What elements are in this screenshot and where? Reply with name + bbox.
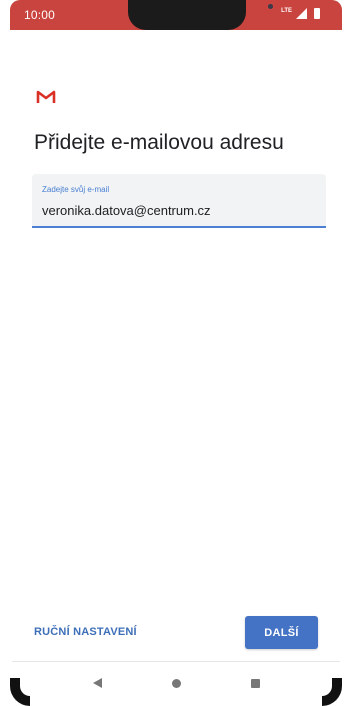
email-field-value[interactable]: veronika.datova@centrum.cz	[42, 203, 211, 218]
battery-icon	[314, 8, 320, 19]
status-time: 10:00	[24, 8, 56, 22]
page-title: Přidejte e-mailovou adresu	[34, 131, 284, 154]
gmail-m-icon	[36, 90, 56, 109]
manual-setup-button[interactable]: RUČNÍ NASTAVENÍ	[34, 626, 137, 638]
email-field-label: Zadejte svůj e-mail	[42, 185, 110, 194]
network-type-label: LTE	[281, 7, 292, 14]
next-button[interactable]: DALŠÍ	[245, 616, 318, 649]
status-bar: 10:00 LTE	[10, 0, 342, 30]
phone-screen: 10:00 LTE Přidejte e-mailovou adresu Zad…	[0, 0, 352, 706]
signal-icon	[296, 8, 307, 19]
back-icon[interactable]	[93, 678, 102, 688]
status-icons: LTE	[281, 8, 320, 19]
email-field[interactable]: Zadejte svůj e-mail veronika.datova@cent…	[32, 174, 326, 228]
recents-icon[interactable]	[251, 679, 260, 688]
camera-notch	[128, 0, 273, 30]
camera-icon	[268, 4, 273, 9]
home-icon[interactable]	[172, 679, 181, 688]
